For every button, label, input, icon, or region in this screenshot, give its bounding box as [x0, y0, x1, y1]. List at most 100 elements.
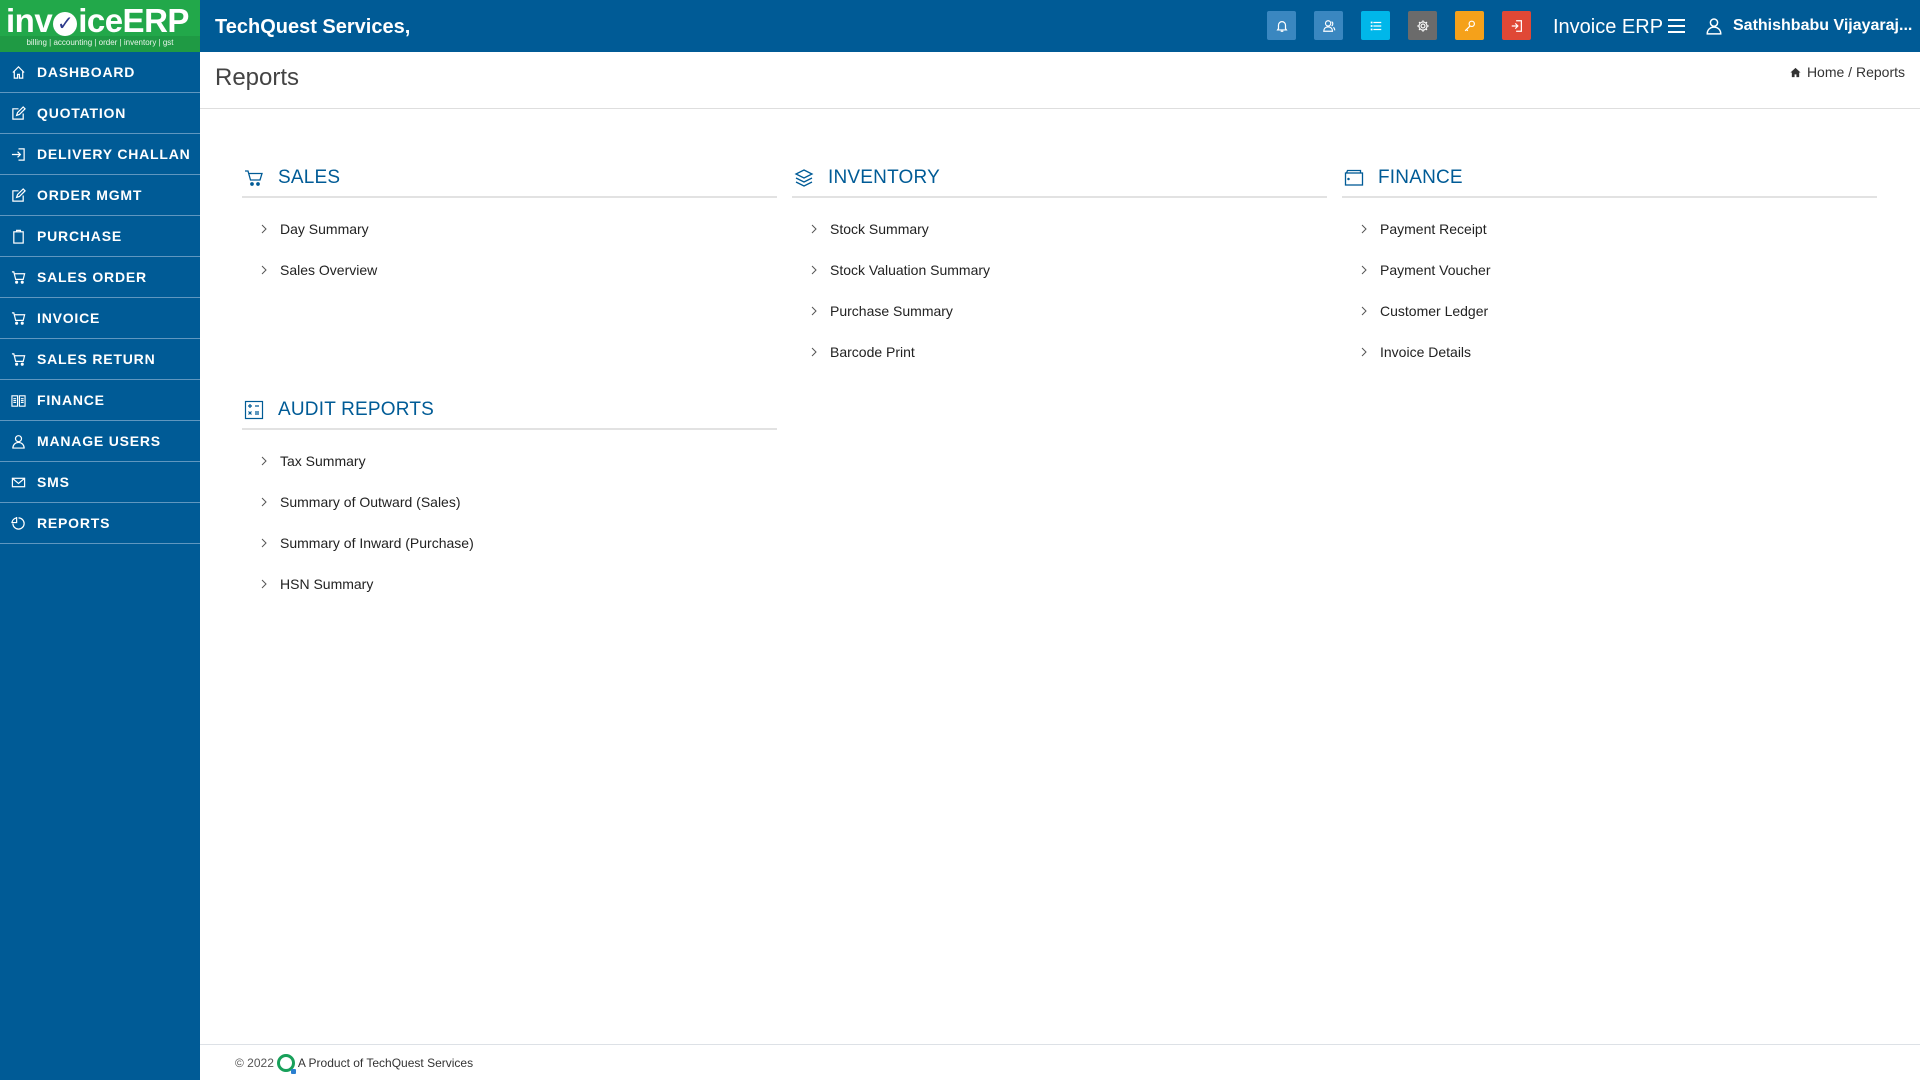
techquest-logo-icon: [276, 1053, 296, 1074]
page-title: Reports: [215, 64, 300, 91]
chevron-right-icon: [811, 347, 817, 356]
chevron-right-icon: [261, 265, 267, 274]
users-icon: [1322, 19, 1335, 32]
sidebar-item-reports[interactable]: REPORTS: [0, 503, 200, 544]
sidebar-item-finance[interactable]: FINANCE: [0, 380, 200, 421]
chevron-right-icon: [1361, 224, 1367, 233]
home-icon: [10, 64, 26, 80]
report-link-invoice-details[interactable]: Invoice Details: [1342, 331, 1877, 372]
chevron-right-icon: [811, 224, 817, 233]
hamburger-menu-icon[interactable]: [1668, 19, 1685, 33]
pie-chart-icon: [10, 515, 26, 531]
envelope-icon: [10, 474, 26, 490]
sidebar-item-delivery-challan[interactable]: DELIVERY CHALLAN: [0, 134, 200, 175]
chevron-right-icon: [261, 224, 267, 233]
report-link-stock-valuation-summary[interactable]: Stock Valuation Summary: [792, 249, 1327, 290]
sidebar-item-label: INVOICE: [37, 310, 101, 326]
breadcrumb: Home / Reports: [1790, 64, 1905, 80]
breadcrumb-home-link[interactable]: Home: [1807, 64, 1844, 80]
notifications-button[interactable]: [1267, 11, 1296, 40]
cart-icon: [10, 269, 26, 285]
sidebar-item-label: QUOTATION: [37, 105, 127, 121]
chevron-right-icon: [261, 456, 267, 465]
report-link-hsn-summary[interactable]: HSN Summary: [242, 563, 777, 604]
section-header: INVENTORY: [792, 162, 1327, 198]
report-link-barcode-print[interactable]: Barcode Print: [792, 331, 1327, 372]
sidebar-item-label: SALES ORDER: [37, 269, 147, 285]
list-button[interactable]: [1361, 11, 1390, 40]
app-logo[interactable]: inv ✓ iceERP billing | accounting | order …: [0, 0, 200, 52]
sidebar-item-label: REPORTS: [37, 515, 111, 531]
clipboard-icon: [10, 228, 26, 244]
home-icon: [1790, 67, 1801, 77]
gear-icon: [1416, 19, 1429, 32]
report-link-customer-ledger[interactable]: Customer Ledger: [1342, 290, 1877, 331]
sidebar: DASHBOARD QUOTATION DELIVERY CHALLAN ORD…: [0, 52, 200, 1080]
report-link-payment-receipt[interactable]: Payment Receipt: [1342, 208, 1877, 249]
sales-section: SALES Day Summary Sales Overview: [242, 162, 777, 290]
report-link-summary-of-inward[interactable]: Summary of Inward (Purchase): [242, 522, 777, 563]
sign-in-icon: [10, 146, 26, 162]
footer: © 2022 A Product of TechQuest Services: [200, 1044, 1920, 1080]
wallet-icon: [1344, 167, 1366, 189]
sidebar-item-sales-return[interactable]: SALES RETURN: [0, 339, 200, 380]
sidebar-item-label: ORDER MGMT: [37, 187, 143, 203]
sidebar-item-label: SMS: [37, 474, 70, 490]
chevron-right-icon: [261, 579, 267, 588]
section-header: FINANCE: [1342, 162, 1877, 198]
audit-reports-section: AUDIT REPORTS Tax Summary Summary of Out…: [242, 394, 777, 604]
chevron-right-icon: [1361, 347, 1367, 356]
report-link-payment-voucher[interactable]: Payment Voucher: [1342, 249, 1877, 290]
section-title: FINANCE: [1378, 167, 1463, 188]
report-link-sales-overview[interactable]: Sales Overview: [242, 249, 777, 290]
footer-text: A Product of TechQuest Services: [297, 1055, 474, 1070]
sidebar-item-order-mgmt[interactable]: ORDER MGMT: [0, 175, 200, 216]
chevron-right-icon: [1361, 306, 1367, 315]
sidebar-item-label: DELIVERY CHALLAN: [37, 146, 191, 162]
logo-text: inv ✓ iceERP: [6, 2, 189, 39]
password-button[interactable]: [1455, 11, 1484, 40]
sidebar-item-sales-order[interactable]: SALES ORDER: [0, 257, 200, 298]
sidebar-item-purchase[interactable]: PURCHASE: [0, 216, 200, 257]
sidebar-item-label: MANAGE USERS: [37, 433, 161, 449]
report-link-day-summary[interactable]: Day Summary: [242, 208, 777, 249]
edit-icon: [10, 187, 26, 203]
section-title: INVENTORY: [828, 167, 940, 188]
report-link-purchase-summary[interactable]: Purchase Summary: [792, 290, 1327, 331]
edit-icon: [10, 105, 26, 121]
section-title: AUDIT REPORTS: [278, 399, 435, 420]
cart-icon: [10, 351, 26, 367]
chevron-right-icon: [261, 538, 267, 547]
report-link-tax-summary[interactable]: Tax Summary: [242, 440, 777, 481]
settings-button[interactable]: [1408, 11, 1437, 40]
layers-icon: [794, 167, 816, 189]
cart-icon: [10, 310, 26, 326]
key-icon: [1464, 20, 1475, 31]
finance-section: FINANCE Payment Receipt Payment Voucher …: [1342, 162, 1877, 372]
copyright: © 2022: [235, 1055, 274, 1070]
user-menu[interactable]: Sathishbabu Vijayaraj...: [1705, 0, 1912, 52]
sidebar-item-label: FINANCE: [37, 392, 105, 408]
user-icon: [10, 433, 26, 449]
sidebar-item-sms[interactable]: SMS: [0, 462, 200, 503]
list-icon: [1370, 21, 1381, 30]
logout-icon: [1511, 19, 1522, 32]
users-button[interactable]: [1314, 11, 1343, 40]
report-link-stock-summary[interactable]: Stock Summary: [792, 208, 1327, 249]
sidebar-item-dashboard[interactable]: DASHBOARD: [0, 52, 200, 93]
sidebar-item-label: SALES RETURN: [37, 351, 156, 367]
app-name: Invoice ERP: [1553, 16, 1664, 38]
bell-icon: [1275, 20, 1288, 32]
sidebar-item-invoice[interactable]: INVOICE: [0, 298, 200, 339]
chevron-right-icon: [811, 265, 817, 274]
sidebar-item-manage-users[interactable]: MANAGE USERS: [0, 421, 200, 462]
page-header: Reports Home / Reports: [200, 52, 1920, 109]
logout-button[interactable]: [1502, 11, 1531, 40]
breadcrumb-separator: /: [1844, 64, 1856, 80]
breadcrumb-current: Reports: [1855, 64, 1905, 80]
report-link-summary-of-outward[interactable]: Summary of Outward (Sales): [242, 481, 777, 522]
logo-tagline: billing | accounting | order | inventory…: [0, 36, 200, 52]
top-header: inv ✓ iceERP billing | accounting | order …: [0, 0, 1920, 52]
sidebar-item-label: PURCHASE: [37, 228, 122, 244]
sidebar-item-quotation[interactable]: QUOTATION: [0, 93, 200, 134]
